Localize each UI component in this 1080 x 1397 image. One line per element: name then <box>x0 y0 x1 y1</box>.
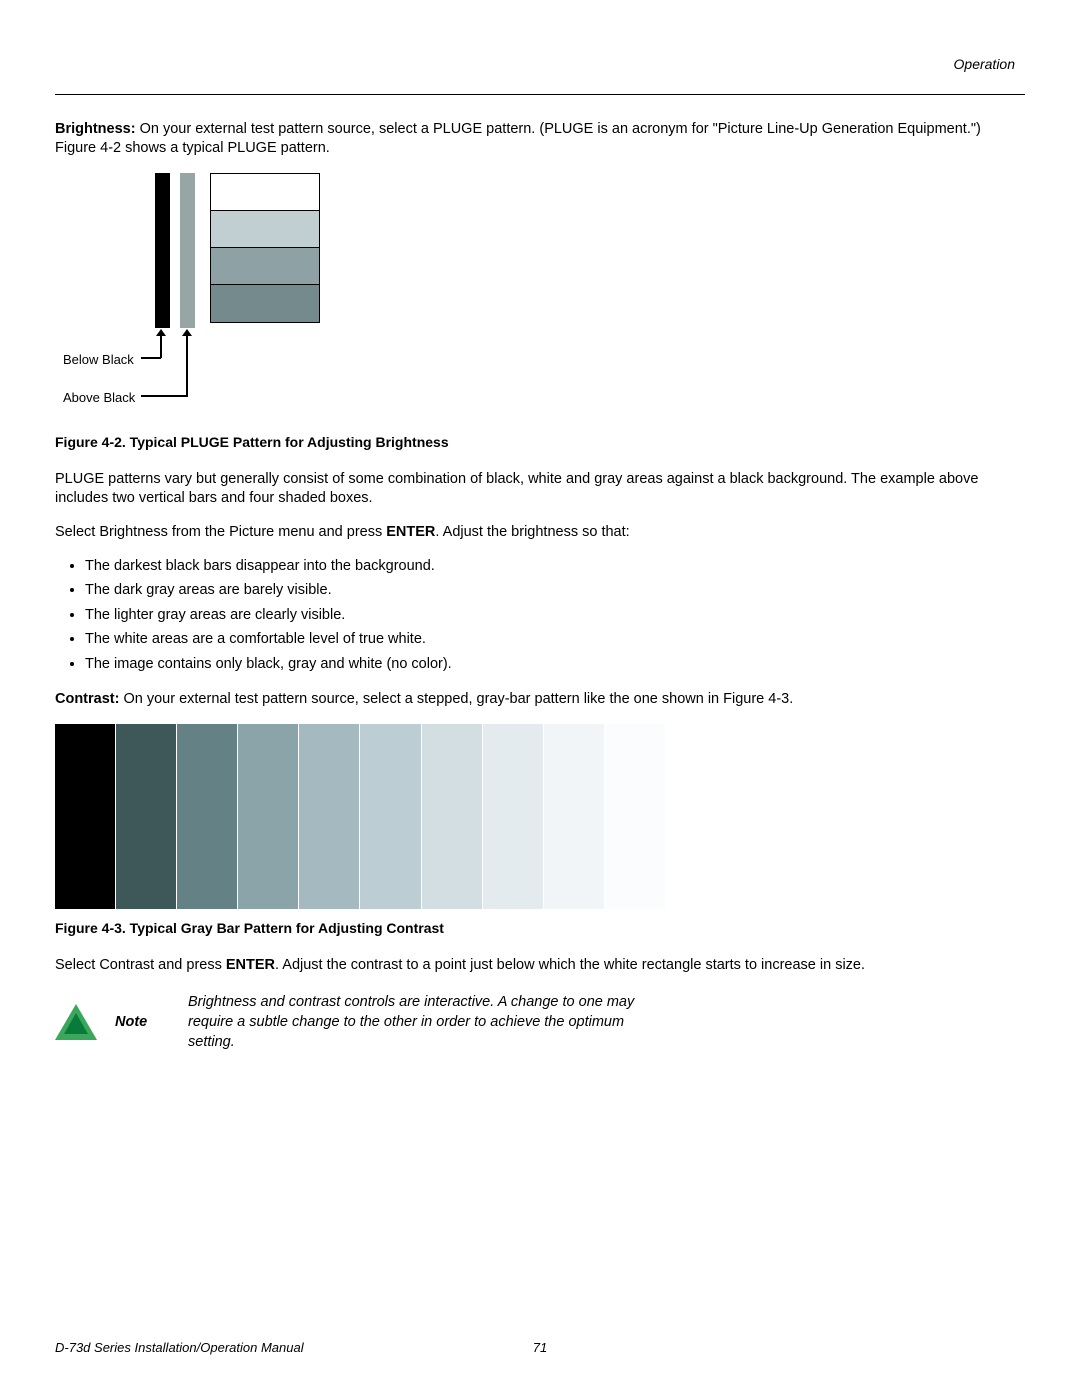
page-footer: D-73d Series Installation/Operation Manu… <box>55 1339 1025 1357</box>
manual-title: D-73d Series Installation/Operation Manu… <box>55 1339 304 1357</box>
bullet-item: The dark gray areas are barely visible. <box>85 581 1025 601</box>
bullet-item: The image contains only black, gray and … <box>85 655 1025 675</box>
gray-bar-figure <box>55 724 665 909</box>
gray-bar-segment <box>116 724 177 909</box>
arrow-line <box>141 357 161 359</box>
gray-bar-segment <box>544 724 605 909</box>
brightness-bullets: The darkest black bars disappear into th… <box>85 557 1025 675</box>
note-block: Note Brightness and contrast controls ar… <box>55 993 1025 1052</box>
brightness-label: Brightness: <box>55 121 136 137</box>
select-contrast-instruction: Select Contrast and press ENTER. Adjust … <box>55 956 1025 976</box>
pluge-box-4 <box>211 285 319 322</box>
brightness-text: On your external test pattern source, se… <box>55 121 981 157</box>
gray-bar-segment <box>483 724 544 909</box>
select-brightness-instruction: Select Brightness from the Picture menu … <box>55 523 1025 543</box>
enter-key: ENTER <box>226 957 275 973</box>
contrast-label: Contrast: <box>55 691 119 707</box>
figure-4-2-caption: Figure 4-2. Typical PLUGE Pattern for Ad… <box>55 433 1025 452</box>
pluge-bar-black <box>155 173 170 328</box>
arrow-line <box>141 395 188 397</box>
pluge-bar-gray <box>180 173 195 328</box>
arrow-line <box>186 333 188 396</box>
bullet-item: The white areas are a comfortable level … <box>85 630 1025 650</box>
arrow-line <box>160 333 162 358</box>
note-label: Note <box>115 1013 170 1033</box>
gray-bar-segment <box>422 724 483 909</box>
text-pre: Select Contrast and press <box>55 957 226 973</box>
header-rule <box>55 94 1025 95</box>
bullet-item: The darkest black bars disappear into th… <box>85 557 1025 577</box>
above-black-label: Above Black <box>63 389 135 407</box>
arrow-head-icon <box>182 329 192 336</box>
pluge-box-3 <box>211 248 319 285</box>
text-post: . Adjust the brightness so that: <box>435 524 629 540</box>
pluge-description: PLUGE patterns vary but generally consis… <box>55 470 1025 509</box>
enter-key: ENTER <box>386 524 435 540</box>
gray-bar-segment <box>238 724 299 909</box>
gray-bar-segment <box>605 724 665 909</box>
below-black-label: Below Black <box>63 351 134 369</box>
figure-4-3-caption: Figure 4-3. Typical Gray Bar Pattern for… <box>55 919 1025 938</box>
page-number: 71 <box>533 1339 547 1357</box>
text-pre: Select Brightness from the Picture menu … <box>55 524 386 540</box>
pluge-box-2 <box>211 211 319 248</box>
arrow-head-icon <box>156 329 166 336</box>
pluge-box-1 <box>211 174 319 211</box>
gray-bar-segment <box>55 724 116 909</box>
bullet-item: The lighter gray areas are clearly visib… <box>85 606 1025 626</box>
gray-bar-segment <box>360 724 421 909</box>
pluge-figure: Below Black Above Black <box>55 173 385 423</box>
brightness-intro: Brightness: On your external test patter… <box>55 120 1025 159</box>
text-post: . Adjust the contrast to a point just be… <box>275 957 865 973</box>
note-text: Brightness and contrast controls are int… <box>188 993 648 1052</box>
gray-bar-segment <box>299 724 360 909</box>
gray-bar-segment <box>177 724 238 909</box>
contrast-intro: Contrast: On your external test pattern … <box>55 690 1025 710</box>
warning-triangle-icon <box>55 1004 97 1042</box>
pluge-boxes <box>210 173 320 323</box>
contrast-text: On your external test pattern source, se… <box>119 691 793 707</box>
section-header: Operation <box>55 55 1025 74</box>
